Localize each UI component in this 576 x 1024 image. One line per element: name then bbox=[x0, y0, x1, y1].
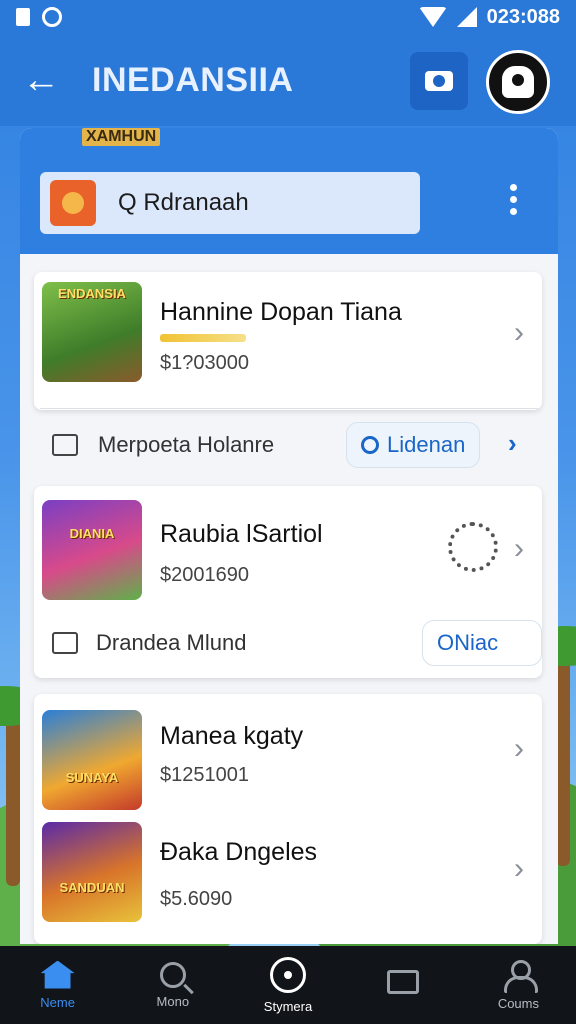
panel-header: XAMHUN Q Rdranaah bbox=[20, 128, 558, 254]
game-price: $5.6090 bbox=[160, 888, 233, 910]
more-options-icon[interactable] bbox=[510, 184, 518, 215]
home-icon bbox=[40, 960, 75, 989]
search-input[interactable]: Q Rdranaah bbox=[40, 172, 420, 234]
divider bbox=[40, 408, 538, 409]
user-icon bbox=[504, 959, 539, 993]
search-icon bbox=[159, 961, 186, 988]
chevron-right-icon[interactable]: › bbox=[514, 852, 524, 886]
app-bar: ← INEDANSIIA bbox=[0, 34, 576, 126]
clock-icon bbox=[361, 436, 379, 454]
search-value: Q Rdranaah bbox=[118, 189, 249, 216]
thumbnail-label: DIANIA bbox=[69, 526, 115, 541]
status-bar: 023:088 bbox=[0, 0, 576, 34]
edit-icon bbox=[52, 632, 78, 654]
profile-icon bbox=[502, 66, 534, 98]
screen-icon bbox=[387, 970, 420, 994]
action-button-label: Lidenan bbox=[387, 432, 466, 457]
nav-item-home[interactable]: Neme bbox=[0, 946, 115, 1024]
nav-label: Coums bbox=[497, 995, 539, 1011]
chevron-right-icon[interactable]: › bbox=[508, 428, 517, 459]
camera-icon bbox=[425, 71, 453, 91]
game-title: Manea kgaty bbox=[160, 722, 304, 750]
action-row-label: Drandea Mlund bbox=[96, 630, 247, 655]
notification-icon bbox=[16, 8, 30, 26]
game-thumbnail: DIANIA bbox=[42, 500, 142, 600]
action-button-label: ONiac bbox=[437, 630, 499, 655]
game-thumbnail: SANDUAN bbox=[42, 822, 142, 922]
game-price: $1251001 bbox=[160, 764, 249, 786]
panel-subtitle: XAMHUN bbox=[82, 128, 161, 146]
game-title: Raubia lSartiol bbox=[160, 520, 323, 548]
game-list-card: SUNAYA Manea kgaty $1251001 › SANDUAN Ða… bbox=[34, 694, 542, 944]
game-price: $2001690 bbox=[160, 564, 249, 586]
nav-label: Stymera bbox=[263, 998, 313, 1014]
palm-tree bbox=[556, 646, 570, 866]
palm-tree bbox=[6, 716, 20, 886]
signal-icon bbox=[456, 7, 477, 27]
game-card[interactable]: ENDANSIA Hannine Dopan Tiana $1?03000 › bbox=[34, 272, 542, 410]
chevron-right-icon[interactable]: › bbox=[514, 532, 524, 566]
nav-label: Neme bbox=[40, 994, 75, 1010]
action-row-label: Merpoeta Holanre bbox=[98, 432, 275, 457]
app-logo-icon bbox=[50, 180, 96, 226]
chevron-right-icon[interactable]: › bbox=[514, 316, 524, 350]
action-button[interactable]: Lidenan bbox=[346, 422, 481, 468]
status-time: 023:088 bbox=[486, 5, 560, 28]
game-title: Hannine Dopan Tiana bbox=[160, 298, 402, 326]
gamepad-icon bbox=[270, 956, 306, 993]
nav-label: Mono bbox=[156, 993, 190, 1009]
action-button[interactable]: ONiac bbox=[422, 620, 542, 666]
nav-item-screen[interactable] bbox=[346, 946, 461, 1024]
game-price: $1?03000 bbox=[160, 352, 249, 374]
game-title: Ðaka Dngeles bbox=[160, 838, 318, 866]
chevron-right-icon[interactable]: › bbox=[514, 732, 524, 766]
wifi-icon bbox=[418, 7, 447, 27]
progress-bar bbox=[160, 334, 246, 342]
main-panel: XAMHUN Q Rdranaah ENDANSIA Hannine Dopan… bbox=[20, 128, 558, 944]
edit-screen-icon bbox=[52, 434, 78, 456]
back-arrow-icon[interactable]: ← bbox=[22, 59, 70, 102]
thumbnail-label: ENDANSIA bbox=[58, 286, 126, 301]
thumbnail-label: SANDUAN bbox=[59, 880, 125, 895]
game-thumbnail: ENDANSIA bbox=[42, 282, 142, 382]
avatar[interactable] bbox=[486, 50, 550, 114]
camera-button[interactable] bbox=[410, 52, 468, 110]
page-title: INEDANSIIA bbox=[92, 60, 294, 99]
nav-item-search[interactable]: Mono bbox=[115, 946, 230, 1024]
game-card[interactable]: DIANIA Raubia lSartiol $2001690 › Drande… bbox=[34, 486, 542, 678]
game-thumbnail: SUNAYA bbox=[42, 710, 142, 810]
nav-item-games[interactable]: Stymera bbox=[230, 946, 345, 1024]
nav-item-account[interactable]: Coums bbox=[461, 946, 576, 1024]
bottom-nav: Neme Mono Stymera Coums bbox=[0, 946, 576, 1024]
sync-icon bbox=[42, 7, 62, 27]
thumbnail-label: SUNAYA bbox=[65, 770, 119, 785]
loading-icon bbox=[448, 522, 498, 572]
